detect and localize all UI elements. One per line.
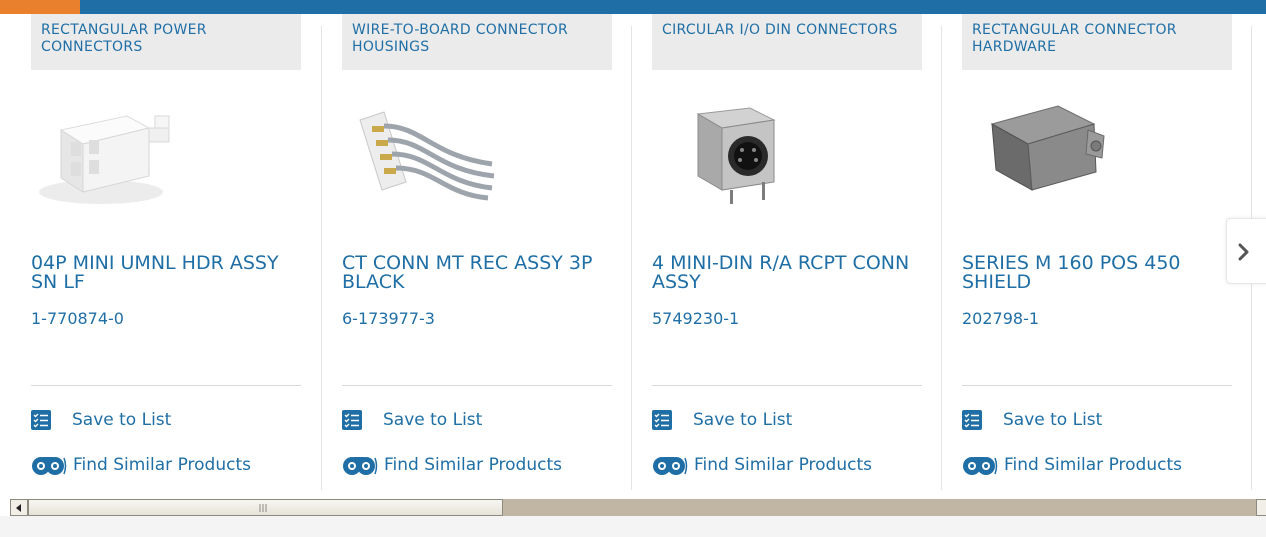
part-number[interactable]: 5749230-1: [652, 309, 739, 328]
horizontal-scrollbar[interactable]: [10, 499, 1266, 516]
product-card: RECTANGULAR CONNECTOR HARDWARE SERIES M …: [962, 14, 1232, 490]
scroll-left-button[interactable]: [10, 499, 28, 516]
find-similar-products-label: Find Similar Products: [694, 455, 872, 475]
divider-line: [962, 385, 1232, 386]
card-divider: [631, 26, 632, 490]
scroll-right-button[interactable]: [1256, 499, 1266, 516]
save-to-list-label: Save to List: [693, 410, 793, 430]
grip-icon: [259, 504, 267, 512]
page-background: [0, 516, 1266, 537]
binoculars-icon: [32, 457, 67, 475]
white-rectangular-connector-image[interactable]: [31, 86, 231, 216]
checklist-icon: [652, 410, 672, 430]
product-card: CIRCULAR I/O DIN CONNECTORS 4 MINI-DIN R…: [652, 14, 922, 490]
metal-shield-image[interactable]: [962, 86, 1162, 216]
product-card: RECTANGULAR POWER CONNECTORS 04P MINI UM…: [31, 14, 301, 490]
save-to-list-button[interactable]: Save to List: [31, 407, 171, 433]
save-to-list-button[interactable]: Save to List: [962, 407, 1102, 433]
scrollbar-thumb[interactable]: [28, 499, 503, 516]
mini-din-receptacle-image[interactable]: [652, 86, 852, 216]
divider-line: [342, 385, 612, 386]
chevron-right-icon: [1238, 243, 1249, 261]
wire-to-board-housing-image[interactable]: [342, 86, 542, 216]
find-similar-products-label: Find Similar Products: [73, 455, 251, 475]
card-divider: [321, 26, 322, 490]
find-similar-products-button[interactable]: Find Similar Products: [31, 452, 251, 478]
product-title[interactable]: 4 MINI-DIN R/A RCPT CONN ASSY: [652, 254, 922, 292]
top-accent-bar: [0, 0, 1266, 14]
binoculars-icon: [653, 457, 688, 475]
category-label[interactable]: CIRCULAR I/O DIN CONNECTORS: [652, 14, 922, 70]
checklist-icon: [342, 410, 362, 430]
orange-accent-strip: [0, 0, 80, 14]
save-to-list-label: Save to List: [1003, 410, 1103, 430]
divider-line: [652, 385, 922, 386]
find-similar-products-button[interactable]: Find Similar Products: [652, 452, 872, 478]
product-title[interactable]: 04P MINI UMNL HDR ASSY SN LF: [31, 254, 301, 292]
save-to-list-label: Save to List: [72, 410, 172, 430]
checklist-icon: [31, 410, 51, 430]
checklist-icon: [962, 410, 982, 430]
product-card: WIRE-TO-BOARD CONNECTOR HOUSINGS CT CONN…: [342, 14, 612, 490]
save-to-list-label: Save to List: [383, 410, 483, 430]
product-title[interactable]: CT CONN MT REC ASSY 3P BLACK: [342, 254, 612, 292]
card-divider: [941, 26, 942, 490]
carousel-next-button[interactable]: [1226, 218, 1266, 284]
arrow-left-icon: [16, 504, 21, 512]
product-carousel: RECTANGULAR POWER CONNECTORS 04P MINI UM…: [0, 14, 1266, 490]
binoculars-icon: [963, 457, 998, 475]
binoculars-icon: [343, 457, 378, 475]
category-label[interactable]: WIRE-TO-BOARD CONNECTOR HOUSINGS: [342, 14, 612, 70]
save-to-list-button[interactable]: Save to List: [652, 407, 792, 433]
find-similar-products-label: Find Similar Products: [384, 455, 562, 475]
part-number[interactable]: 1-770874-0: [31, 309, 124, 328]
category-label[interactable]: RECTANGULAR CONNECTOR HARDWARE: [962, 14, 1232, 70]
category-label[interactable]: RECTANGULAR POWER CONNECTORS: [31, 14, 301, 70]
find-similar-products-label: Find Similar Products: [1004, 455, 1182, 475]
find-similar-products-button[interactable]: Find Similar Products: [962, 452, 1182, 478]
product-title[interactable]: SERIES M 160 POS 450 SHIELD: [962, 254, 1232, 292]
save-to-list-button[interactable]: Save to List: [342, 407, 482, 433]
part-number[interactable]: 202798-1: [962, 309, 1039, 328]
part-number[interactable]: 6-173977-3: [342, 309, 435, 328]
find-similar-products-button[interactable]: Find Similar Products: [342, 452, 562, 478]
divider-line: [31, 385, 301, 386]
